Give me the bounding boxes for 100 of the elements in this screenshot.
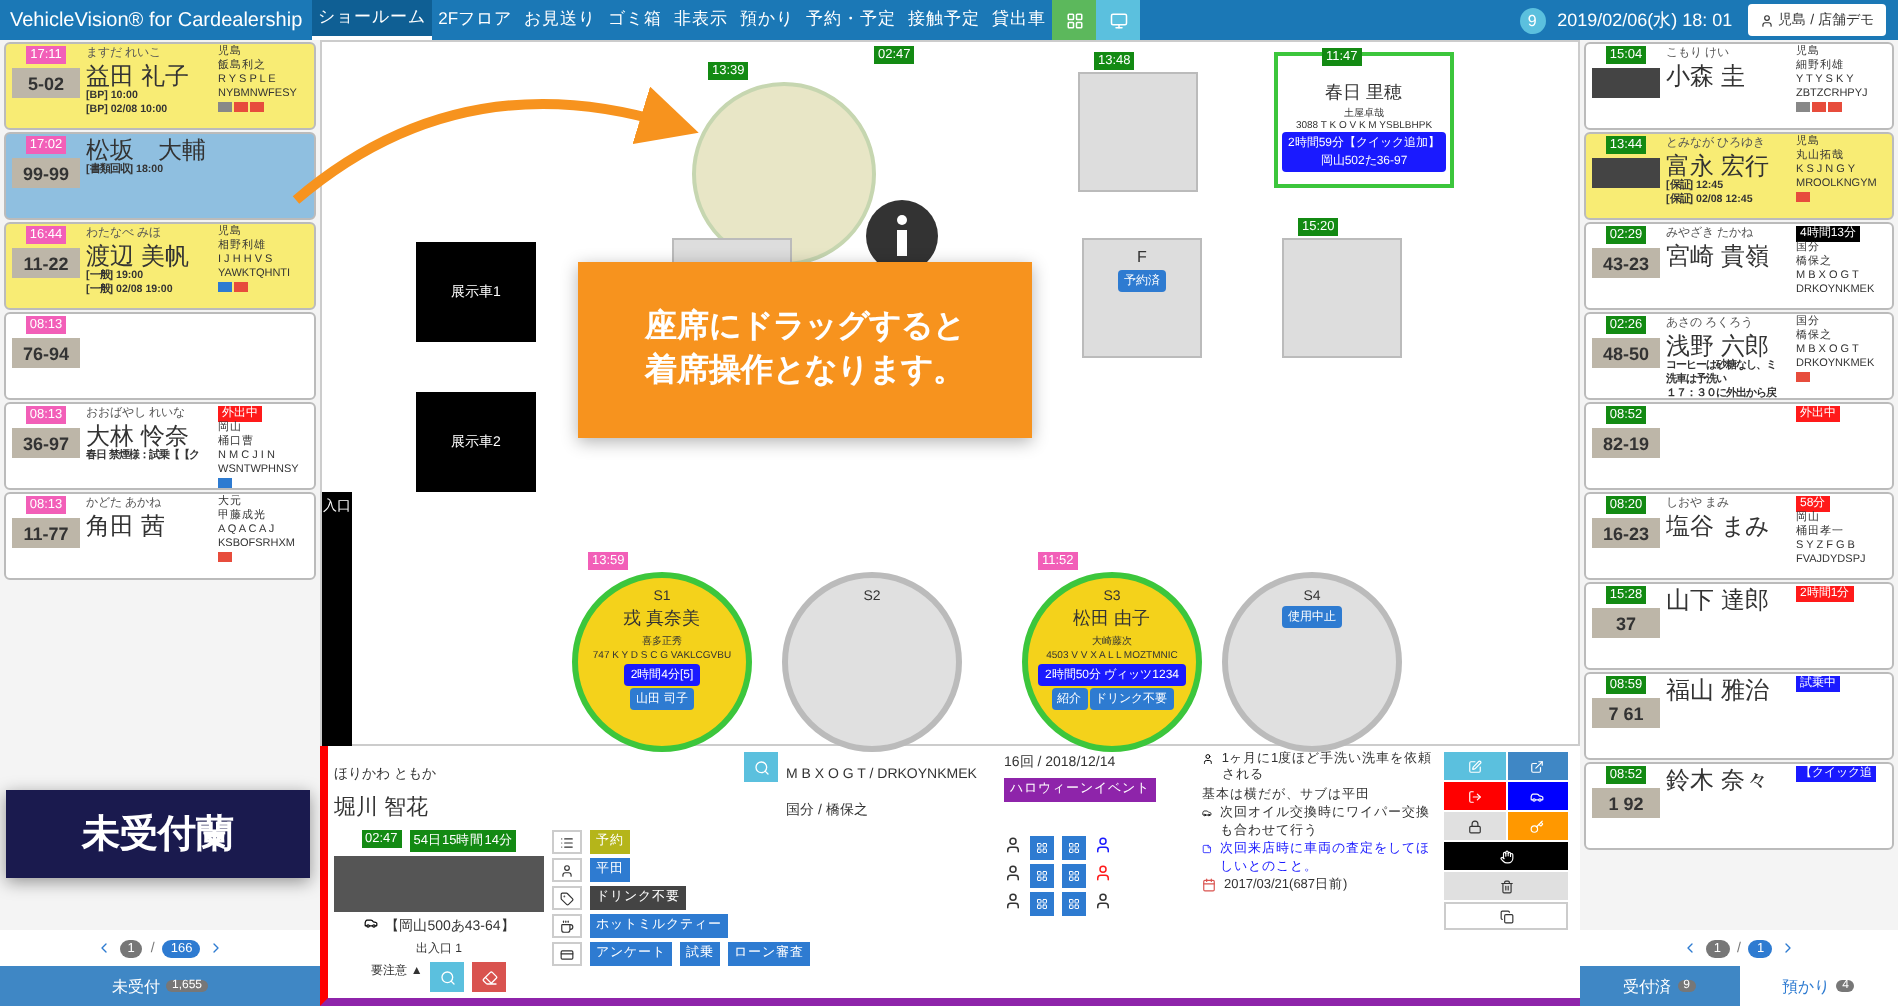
delete-button[interactable] — [1444, 872, 1568, 900]
count-badge: 9 — [1519, 7, 1546, 33]
date-time: 2019/02/06(水) 18: 01 — [1557, 7, 1733, 33]
drag-hint-tooltip: 座席にドラッグすると 着席操作となります。 — [578, 262, 1032, 438]
license-plate: 99-99 — [12, 158, 80, 188]
nav-tab[interactable]: 貸出車 — [986, 0, 1053, 40]
trash-icon — [1499, 879, 1513, 893]
customer-name: 渡辺 美帆 — [86, 242, 191, 270]
nav-tab[interactable]: ショールーム — [312, 0, 433, 40]
note-icon — [1202, 842, 1212, 857]
nav-tab[interactable]: 接触予定 — [902, 0, 987, 40]
customer-name: 角田 茜 — [86, 512, 167, 540]
external-link-icon — [1530, 759, 1545, 773]
cup-icon — [560, 919, 574, 933]
card-icon — [560, 947, 574, 961]
copy-icon — [1499, 909, 1513, 923]
tag-icon — [560, 891, 574, 905]
exit-icon — [1467, 789, 1482, 803]
person-icon — [1004, 836, 1022, 854]
nav-tab[interactable]: お見送り — [518, 0, 603, 40]
grid-button[interactable] — [1062, 864, 1086, 888]
person-icon — [560, 863, 574, 877]
grid-icon — [1068, 842, 1080, 854]
calendar-icon — [1202, 878, 1216, 893]
person-icon — [1004, 864, 1022, 882]
nav-tab[interactable]: 非表示 — [668, 0, 735, 40]
person-icon — [1094, 864, 1112, 882]
hand-icon — [1499, 849, 1513, 863]
person-icon — [1004, 892, 1022, 910]
customer-name: 山下 達郎 — [1666, 586, 1771, 614]
grid-icon — [1036, 898, 1048, 910]
customer-name: 春日 里穂 — [1325, 80, 1403, 106]
person-icon — [1094, 892, 1112, 910]
license-plate: 11-22 — [12, 248, 80, 278]
customer-name: 大林 怜奈 — [86, 422, 189, 450]
customer-name: 松田 由子 — [1073, 606, 1151, 632]
copy-button[interactable] — [1444, 902, 1568, 930]
eraser-button[interactable] — [472, 962, 507, 992]
license-plate: 82-19 — [1592, 428, 1660, 458]
person-icon — [1094, 836, 1112, 854]
nav-tab[interactable]: ゴミ箱 — [602, 0, 669, 40]
license-plate: 5-02 — [12, 68, 80, 98]
grid-button[interactable] — [1052, 0, 1097, 40]
customer-name: 鈴木 奈々 — [1666, 766, 1771, 794]
list-icon — [560, 835, 574, 849]
customer-name: 浅野 六郎 — [1666, 332, 1771, 360]
license-plate: 1 92 — [1592, 788, 1660, 818]
car-icon — [1202, 806, 1212, 821]
license-plate: 43-23 — [1592, 248, 1660, 278]
car-icon — [1530, 789, 1545, 803]
hand-button[interactable] — [1444, 842, 1568, 870]
lock-icon — [1467, 819, 1482, 833]
customer-name: 塩谷 まみ — [1666, 512, 1771, 540]
customer-name: 宮崎 貴嶺 — [1666, 242, 1771, 270]
grid-button[interactable] — [1030, 836, 1054, 860]
customer-name: 福山 雅治 — [1666, 676, 1771, 704]
license-plate: 16-23 — [1592, 518, 1660, 548]
customer-name: 富永 宏行 — [1666, 152, 1771, 180]
grid-button[interactable] — [1030, 892, 1054, 916]
lock-button[interactable] — [1444, 812, 1505, 840]
open-button[interactable] — [1507, 752, 1568, 780]
grid-button[interactable] — [1030, 864, 1054, 888]
grid-icon — [1068, 870, 1080, 882]
customer-name: 松坂 大輔 — [86, 136, 208, 164]
section-label: 未受付蘭 — [6, 790, 310, 878]
person-icon — [1760, 13, 1775, 27]
license-plate: 48-50 — [1592, 338, 1660, 368]
grid-icon — [1068, 898, 1080, 910]
license-plate: 36-97 — [12, 428, 80, 458]
license-plate: 37 — [1592, 608, 1660, 638]
search-icon — [753, 759, 769, 775]
key-icon — [1530, 819, 1545, 833]
app-title: VehicleVision® for Cardealership — [8, 7, 305, 35]
nav-tab[interactable]: 預かり — [734, 0, 801, 40]
customer-name: 戎 真奈美 — [623, 606, 701, 632]
customer-name: 堀川 智花 — [334, 796, 429, 820]
car-photo-placeholder — [1592, 158, 1660, 188]
grid-button[interactable] — [1062, 892, 1086, 916]
nav-tab[interactable]: 予約・予定 — [800, 0, 903, 40]
seat-label: F — [1137, 248, 1147, 266]
customer-name: 小森 圭 — [1666, 62, 1747, 90]
grid-icon — [1036, 842, 1048, 854]
grid-button[interactable] — [1062, 836, 1086, 860]
monitor-button[interactable] — [1096, 0, 1141, 40]
license-plate: 7 61 — [1592, 698, 1660, 728]
car-photo-placeholder — [1592, 68, 1660, 98]
search-icon — [439, 969, 456, 985]
person-icon — [1202, 752, 1214, 766]
search-button[interactable] — [430, 962, 465, 992]
grid-icon — [1036, 870, 1048, 882]
nav-tab[interactable]: 2Fフロア — [432, 0, 519, 40]
monitor-icon — [1109, 11, 1128, 29]
customer-name: 益田 礼子 — [86, 62, 191, 90]
car-icon — [363, 916, 378, 930]
grid-icon — [1065, 11, 1084, 29]
eraser-icon — [481, 969, 498, 985]
license-plate: 11-77 — [12, 518, 80, 548]
edit-icon — [1467, 759, 1482, 773]
car-button[interactable] — [1507, 782, 1568, 810]
license-plate: 76-94 — [12, 338, 80, 368]
